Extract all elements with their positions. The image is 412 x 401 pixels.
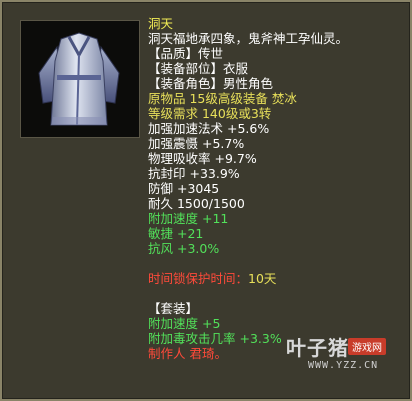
item-slot: 【装备部位】衣服 xyxy=(148,61,249,76)
time-lock-label: 时间锁保护时间： xyxy=(148,271,249,286)
item-origin: 原物品 15级高级装备 焚冰 xyxy=(148,91,297,106)
bonus-stat-line: 敏捷 +21 xyxy=(148,226,204,241)
bonus-stat-line: 附加速度 +11 xyxy=(148,211,229,226)
set-header: 【套装】 xyxy=(148,301,199,316)
stat-line: 物理吸收率 +9.7% xyxy=(148,151,257,166)
watermark-logo: 叶子猪 xyxy=(286,336,349,360)
stat-line: 加强加速法术 +5.6% xyxy=(148,121,270,136)
stat-line: 防御 +3045 xyxy=(148,181,220,196)
item-requirement: 等级需求 140级或3转 xyxy=(148,106,272,121)
item-tooltip-panel: 洞天 洞天福地承四象，鬼斧神工孕仙灵。 【品质】传世 【装备部位】衣服 【装备角… xyxy=(0,0,412,401)
stat-line: 加强震慑 +5.7% xyxy=(148,136,245,151)
item-role: 【装备角色】男性角色 xyxy=(148,76,274,91)
site-watermark: 叶子猪 游戏网 WWW.YZZ.CN xyxy=(286,332,406,380)
set-bonus-line: 附加速度 +5 xyxy=(148,316,221,331)
time-lock-value: 10天 xyxy=(248,271,277,286)
item-name: 洞天 xyxy=(148,16,174,31)
bonus-stat-line: 抗风 +3.0% xyxy=(148,241,220,256)
item-quality: 【品质】传世 xyxy=(148,46,224,61)
watermark-tag: 游戏网 xyxy=(348,338,386,355)
stat-line: 抗封印 +33.9% xyxy=(148,166,240,181)
robe-icon xyxy=(21,21,139,137)
stat-line: 耐久 1500/1500 xyxy=(148,196,245,211)
watermark-url: WWW.YZZ.CN xyxy=(308,360,379,371)
item-description: 洞天福地承四象，鬼斧神工孕仙灵。 xyxy=(148,31,349,46)
time-lock-line: 时间锁保护时间：10天 xyxy=(148,271,404,286)
item-info: 洞天 洞天福地承四象，鬼斧神工孕仙灵。 【品质】传世 【装备部位】衣服 【装备角… xyxy=(148,16,404,361)
item-icon-frame xyxy=(20,20,140,138)
